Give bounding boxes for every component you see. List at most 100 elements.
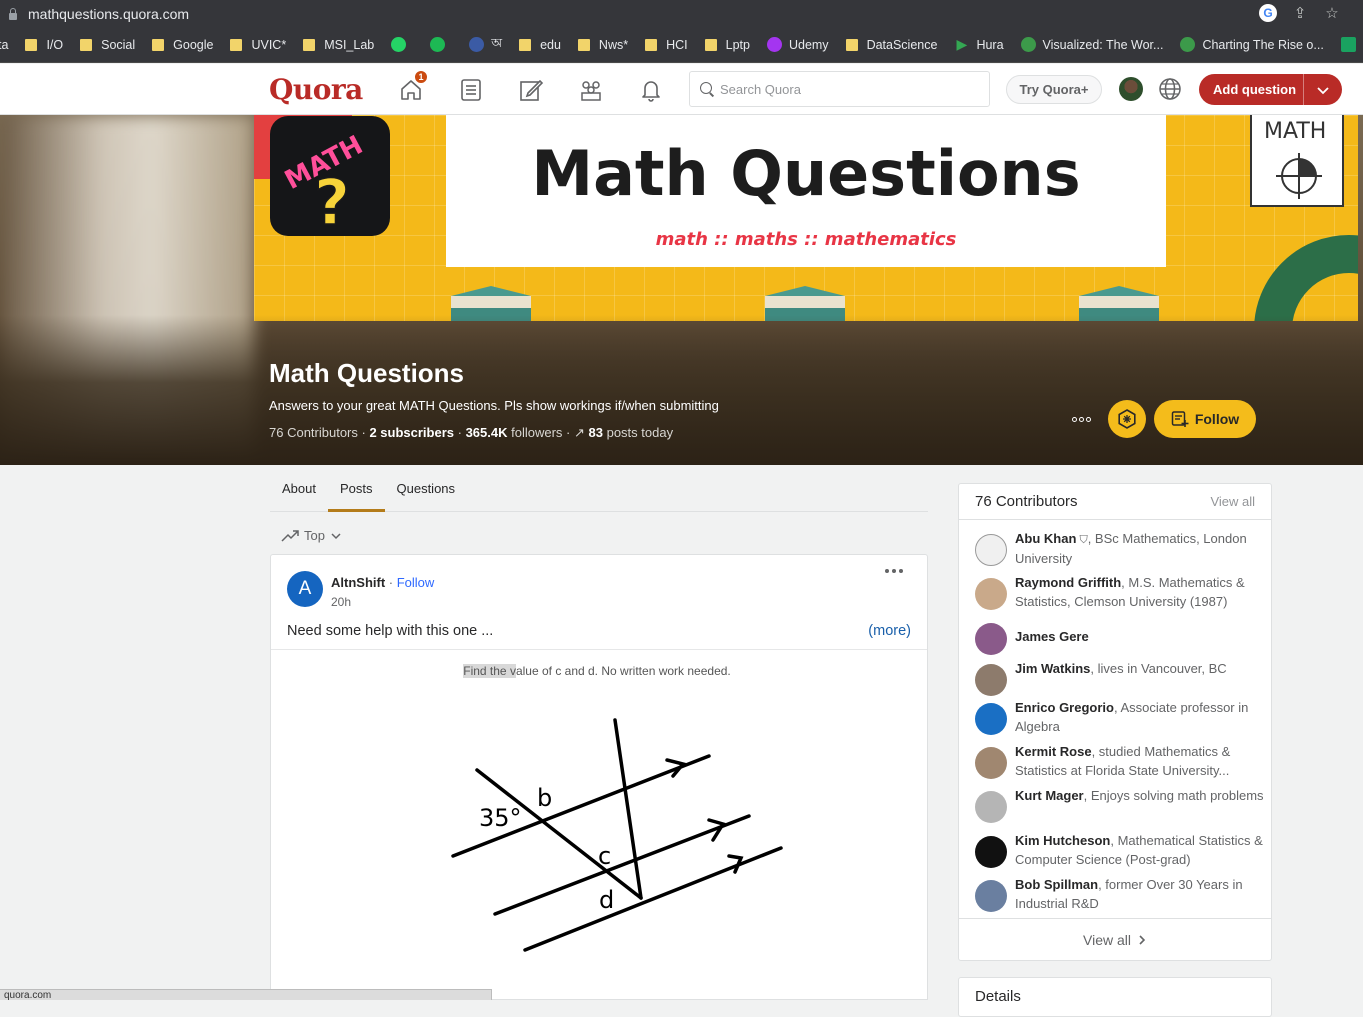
bookmark-item[interactable]: ▶Hura [954,37,1003,52]
sort-dropdown[interactable]: Top [281,528,342,543]
contributor-item[interactable]: Abu Khan ⛉, BSc Mathematics, London Univ… [975,530,1265,568]
sheet-icon [1341,37,1356,52]
post-more-icon[interactable] [885,569,903,573]
bookmark-item[interactable]: UVIC* [230,38,286,52]
more-link[interactable]: (more) [868,623,911,639]
follow-author-link[interactable]: Follow [397,575,435,590]
angle-label: 35° [479,804,522,832]
bookmark-item[interactable]: Lptp [705,38,750,52]
contributor-avatar[interactable] [975,747,1007,779]
question-mark-icon: ? [314,166,350,236]
contributor-name[interactable]: Kermit Rose [1015,744,1092,759]
view-all-button[interactable]: View all [959,918,1271,960]
post-time[interactable]: 20h [331,595,351,609]
space-banner-image: Math Questions math :: maths :: mathemat… [254,115,1358,321]
url-text[interactable]: mathquestions.quora.com [28,6,189,22]
tab-posts[interactable]: Posts [328,473,385,512]
tab-about[interactable]: About [270,473,328,512]
caption-rest: alue of c and d. No written work needed. [516,664,731,678]
contributor-text: Jim Watkins, lives in Vancouver, BC [1015,660,1227,696]
folder-icon [519,39,531,51]
bookmarks-bar: ta I/O Social Google UVIC* MSI_Lab অ edu Nws* HCI… [0,27,1363,63]
quora-logo[interactable]: Quora [269,73,363,106]
add-question-button[interactable]: Add question [1199,74,1342,105]
tab-questions[interactable]: Questions [385,473,468,512]
author-name[interactable]: AltnShift [331,575,385,590]
following-icon[interactable] [457,76,485,104]
contributor-name[interactable]: Bob Spillman [1015,877,1098,892]
contributor-avatar[interactable] [975,623,1007,655]
author-avatar[interactable]: A [287,571,323,607]
sort-label: Top [304,528,325,543]
contributor-name[interactable]: Abu Khan [1015,531,1076,546]
bookmark-item[interactable]: অ [469,35,502,55]
answer-icon[interactable] [517,76,545,104]
bookmark-item[interactable] [430,37,452,52]
posts-today-count: 83 [589,425,603,440]
status-bar: quora.com [0,989,492,1000]
bookmark-item[interactable]: Google [152,38,213,52]
bookmark-item[interactable]: Visualized: The Wor... [1021,37,1164,52]
search-input[interactable] [720,82,970,97]
space-plus-icon [1117,409,1137,429]
contributor-item[interactable]: Kurt Mager, Enjoys solving math problems [975,787,1265,823]
bookmark-label: DataScience [867,38,938,52]
user-avatar[interactable] [1119,77,1143,101]
chevron-down-icon[interactable] [1304,83,1342,97]
bookmark-item[interactable]: ta [0,38,8,52]
spotify-icon [430,37,445,52]
space-plus-button[interactable] [1108,400,1146,438]
contributor-avatar[interactable] [975,578,1007,610]
star-icon[interactable]: ☆ [1323,4,1341,22]
post-text[interactable]: Need some help with this one ... [287,623,493,639]
bookmark-item[interactable]: RSVP [1341,37,1363,52]
more-options-icon[interactable] [1069,410,1093,428]
contributor-avatar[interactable] [975,664,1007,696]
bookmark-item[interactable]: I/O [25,38,63,52]
contributor-item[interactable]: Raymond Griffith, M.S. Mathematics & Sta… [975,574,1265,611]
bookmark-item[interactable]: Nws* [578,38,628,52]
contributor-avatar[interactable] [975,534,1007,566]
contributor-item[interactable]: Enrico Gregorio, Associate professor in … [975,699,1265,736]
search-box[interactable] [689,71,990,107]
contributor-item[interactable]: Bob Spillman, former Over 30 Years in In… [975,876,1265,913]
contributor-avatar[interactable] [975,880,1007,912]
bookmark-item[interactable]: Udemy [767,37,829,52]
notifications-icon[interactable] [637,76,665,104]
view-all-link[interactable]: View all [1210,494,1255,509]
bookmark-item[interactable]: Social [80,38,135,52]
contributor-name[interactable]: Kim Hutcheson [1015,833,1110,848]
follow-space-button[interactable]: Follow [1154,400,1256,438]
google-icon[interactable]: G [1259,4,1277,22]
contributor-name[interactable]: Kurt Mager [1015,788,1084,803]
contributors-count[interactable]: 76 Contributors [269,425,358,440]
bookmark-item[interactable] [391,37,413,52]
bookmark-item[interactable]: Charting The Rise o... [1180,37,1323,52]
bookmark-item[interactable]: DataScience [846,38,938,52]
contributor-item[interactable]: Kim Hutcheson, Mathematical Statistics &… [975,832,1265,869]
contributor-name[interactable]: Enrico Gregorio [1015,700,1114,715]
globe-icon[interactable] [1158,77,1182,101]
contributor-item[interactable]: James Gere [975,619,1265,655]
bookmark-item[interactable]: MSI_Lab [303,38,374,52]
post-image[interactable]: Find the value of c and d. No written wo… [401,650,793,1000]
contributor-avatar[interactable] [975,703,1007,735]
try-quora-plus-button[interactable]: Try Quora+ [1006,75,1102,104]
space-logo[interactable]: MATH ? [270,116,390,236]
contributor-name[interactable]: Raymond Griffith [1015,575,1121,590]
contributor-avatar[interactable] [975,836,1007,868]
math-card: MATH [1250,115,1344,207]
contributor-item[interactable]: Jim Watkins, lives in Vancouver, BC [975,660,1265,696]
bookmark-item[interactable]: HCI [645,38,688,52]
space-name: Math Questions [269,358,464,389]
browser-address-bar[interactable]: mathquestions.quora.com G ⇪ ☆ [0,0,1363,27]
contributor-name[interactable]: Jim Watkins [1015,661,1090,676]
contributor-text: Enrico Gregorio, Associate professor in … [1015,699,1265,736]
contributor-item[interactable]: Kermit Rose, studied Mathematics & Stati… [975,743,1265,780]
contributor-avatar[interactable] [975,791,1007,823]
spaces-icon[interactable] [577,76,605,104]
share-icon[interactable]: ⇪ [1291,4,1309,22]
bookmark-item[interactable]: edu [519,38,561,52]
contributor-name[interactable]: James Gere [1015,629,1089,644]
follow-icon [1171,410,1189,428]
